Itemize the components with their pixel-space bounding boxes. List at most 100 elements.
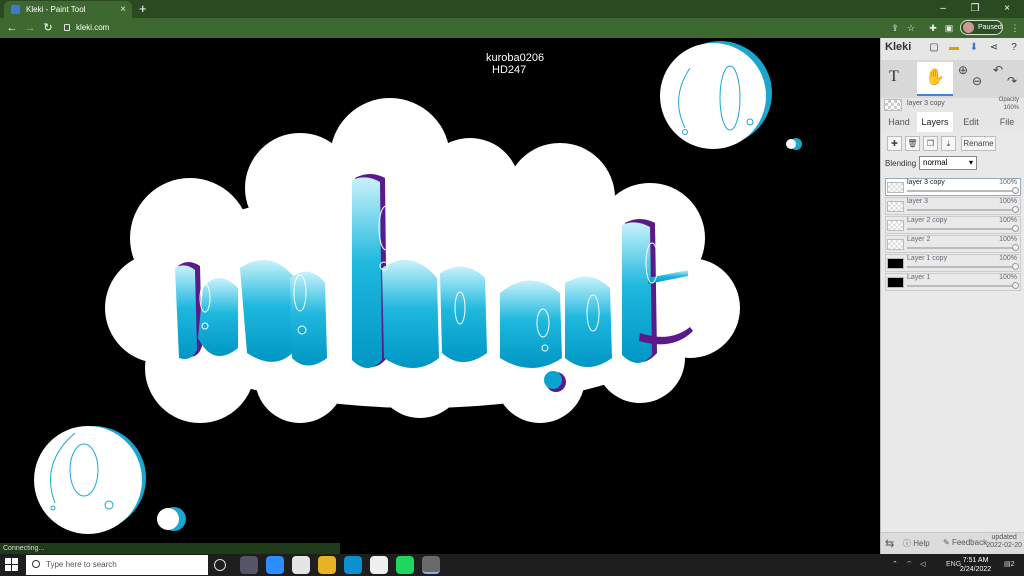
kleki-logo[interactable]: Kleki: [885, 41, 911, 53]
hand-tool-icon[interactable]: ✋: [917, 62, 953, 96]
extensions-icon[interactable]: ✚: [926, 20, 940, 36]
layer-opacity-slider[interactable]: [907, 247, 1017, 249]
zoom-out-icon[interactable]: ⊖: [972, 74, 982, 88]
layer-item[interactable]: Layer 1 copy 100%: [885, 254, 1021, 272]
open-folder-icon[interactable]: ▬: [947, 41, 961, 55]
url-text: kleki.com: [76, 23, 110, 32]
delete-layer-button[interactable]: 🗑: [905, 136, 920, 151]
tab-edit[interactable]: Edit: [953, 112, 989, 132]
duplicate-layer-button[interactable]: ❐: [923, 136, 938, 151]
active-layer-thumbnail: [884, 99, 902, 111]
blending-select[interactable]: normal ▾: [919, 156, 977, 170]
help-button[interactable]: ⓘ Help: [903, 538, 930, 549]
chrome-profile-icon[interactable]: [422, 556, 440, 574]
notifications-icon[interactable]: ▤2: [1004, 554, 1015, 576]
slider-handle[interactable]: [1012, 263, 1019, 270]
spotify-icon[interactable]: [396, 556, 414, 574]
slider-handle[interactable]: [1012, 206, 1019, 213]
taskbar-search[interactable]: Type here to search: [26, 555, 208, 575]
swap-panel-icon[interactable]: ⇆: [885, 537, 894, 550]
forward-icon[interactable]: →: [22, 20, 38, 36]
tray-chevron-icon[interactable]: ⌃: [892, 554, 898, 576]
opacity-display[interactable]: Opacity 100%: [999, 96, 1019, 112]
cortana-icon[interactable]: [214, 559, 226, 571]
help-circle-icon[interactable]: ?: [1007, 41, 1021, 55]
updated-info: updated 2022-02-20: [986, 534, 1022, 550]
language-indicator[interactable]: ENG: [946, 554, 961, 576]
layer-opacity-slider[interactable]: [907, 190, 1017, 192]
merge-layer-button[interactable]: ⤓: [941, 136, 956, 151]
layer-name: layer 3: [907, 198, 929, 205]
chrome-icon[interactable]: [370, 556, 388, 574]
tab-hand[interactable]: Hand: [881, 112, 917, 132]
profile-button[interactable]: Paused: [960, 20, 1003, 35]
updated-label: updated: [991, 534, 1017, 541]
sidebar-icon[interactable]: ▣: [942, 20, 956, 36]
slider-handle[interactable]: [1012, 187, 1019, 194]
windows-start-icon[interactable]: [5, 558, 19, 572]
layer-thumbnail: [887, 220, 904, 231]
chevron-down-icon: ▾: [968, 158, 973, 167]
back-icon[interactable]: ←: [4, 20, 20, 36]
credit-line-2: HD247: [492, 64, 527, 76]
network-icon[interactable]: ⌔: [906, 554, 913, 576]
add-layer-button[interactable]: ✚: [887, 136, 902, 151]
blending-value: normal: [923, 158, 948, 167]
tab-file[interactable]: File: [989, 112, 1024, 132]
feedback-button[interactable]: ✎ Feedback: [943, 538, 987, 547]
browser-tab[interactable]: Kleki - Paint Tool ×: [4, 1, 132, 18]
slider-handle[interactable]: [1012, 244, 1019, 251]
updated-date: 2022-02-20: [986, 542, 1022, 549]
new-tab-button[interactable]: +: [139, 0, 147, 17]
app-icon-3[interactable]: [292, 556, 310, 574]
kleki-panel: Kleki ▢ ▬ ⬇ ⋖ ? T ✋ ⊕ ⊖ ↶ ↷ layer 3 copy…: [880, 38, 1024, 554]
new-image-icon[interactable]: ▢: [927, 41, 941, 55]
menu-dots-icon[interactable]: ⋮: [1008, 20, 1022, 36]
layer-thumbnail: [887, 182, 904, 193]
layer-opacity-slider[interactable]: [907, 285, 1017, 287]
share-icon[interactable]: ⇪: [888, 20, 902, 36]
minimize-button[interactable]: –: [928, 0, 958, 18]
layer-item[interactable]: layer 3 100%: [885, 197, 1021, 215]
close-window-button[interactable]: ×: [992, 0, 1022, 18]
browser-toolbar: ← → ↻ kleki.com ⇪ ☆ ✚ ▣ ⋮: [0, 18, 1024, 38]
file-explorer-icon[interactable]: [318, 556, 336, 574]
download-icon[interactable]: ⬇: [967, 41, 981, 55]
slider-handle[interactable]: [1012, 282, 1019, 289]
opacity-value: 100%: [1003, 105, 1019, 111]
layer-opacity-slider[interactable]: [907, 266, 1017, 268]
tab-close-icon[interactable]: ×: [120, 1, 126, 18]
volume-icon[interactable]: ◁: [920, 554, 925, 576]
lock-icon: [64, 24, 70, 31]
rename-button[interactable]: Rename: [961, 136, 996, 151]
panel-footer: ⇆ ⓘ Help ✎ Feedback updated 2022-02-20: [881, 532, 1024, 554]
bookmark-star-icon[interactable]: ☆: [904, 20, 918, 36]
tab-layers[interactable]: Layers: [917, 112, 953, 132]
zoom-in-icon[interactable]: ⊕: [958, 63, 968, 77]
layer-item[interactable]: Layer 2 100%: [885, 235, 1021, 253]
layer-item[interactable]: layer 3 copy 100%: [885, 178, 1021, 196]
help-label: Help: [913, 539, 930, 548]
restore-button[interactable]: ❐: [960, 0, 990, 18]
app-icon-1[interactable]: [240, 556, 258, 574]
undo-icon[interactable]: ↶: [993, 63, 1003, 77]
layer-opacity-slider[interactable]: [907, 228, 1017, 230]
layer-item[interactable]: Layer 2 copy 100%: [885, 216, 1021, 234]
taskbar-clock[interactable]: 7:51 AM 2/24/2022: [960, 556, 991, 574]
layer-name: layer 3 copy: [907, 179, 945, 186]
reload-icon[interactable]: ↻: [40, 20, 56, 36]
layer-item[interactable]: Layer 1 100%: [885, 273, 1021, 291]
drawing-canvas[interactable]: kuroba0206 HD247: [0, 38, 880, 554]
slider-handle[interactable]: [1012, 225, 1019, 232]
edge-icon[interactable]: [344, 556, 362, 574]
address-bar[interactable]: kleki.com: [60, 20, 880, 36]
share-icon[interactable]: ⋖: [987, 41, 1001, 55]
text-tool-icon[interactable]: T: [889, 68, 899, 86]
tab-strip: Kleki - Paint Tool × + – ❐ ×: [0, 0, 1024, 18]
bubble-top-right: [660, 41, 802, 150]
redo-icon[interactable]: ↷: [1007, 74, 1017, 88]
layer-opacity-slider[interactable]: [907, 209, 1017, 211]
layer-opacity: 100%: [999, 179, 1017, 186]
zoom-app-icon[interactable]: [266, 556, 284, 574]
blending-label: Blending: [885, 159, 917, 168]
